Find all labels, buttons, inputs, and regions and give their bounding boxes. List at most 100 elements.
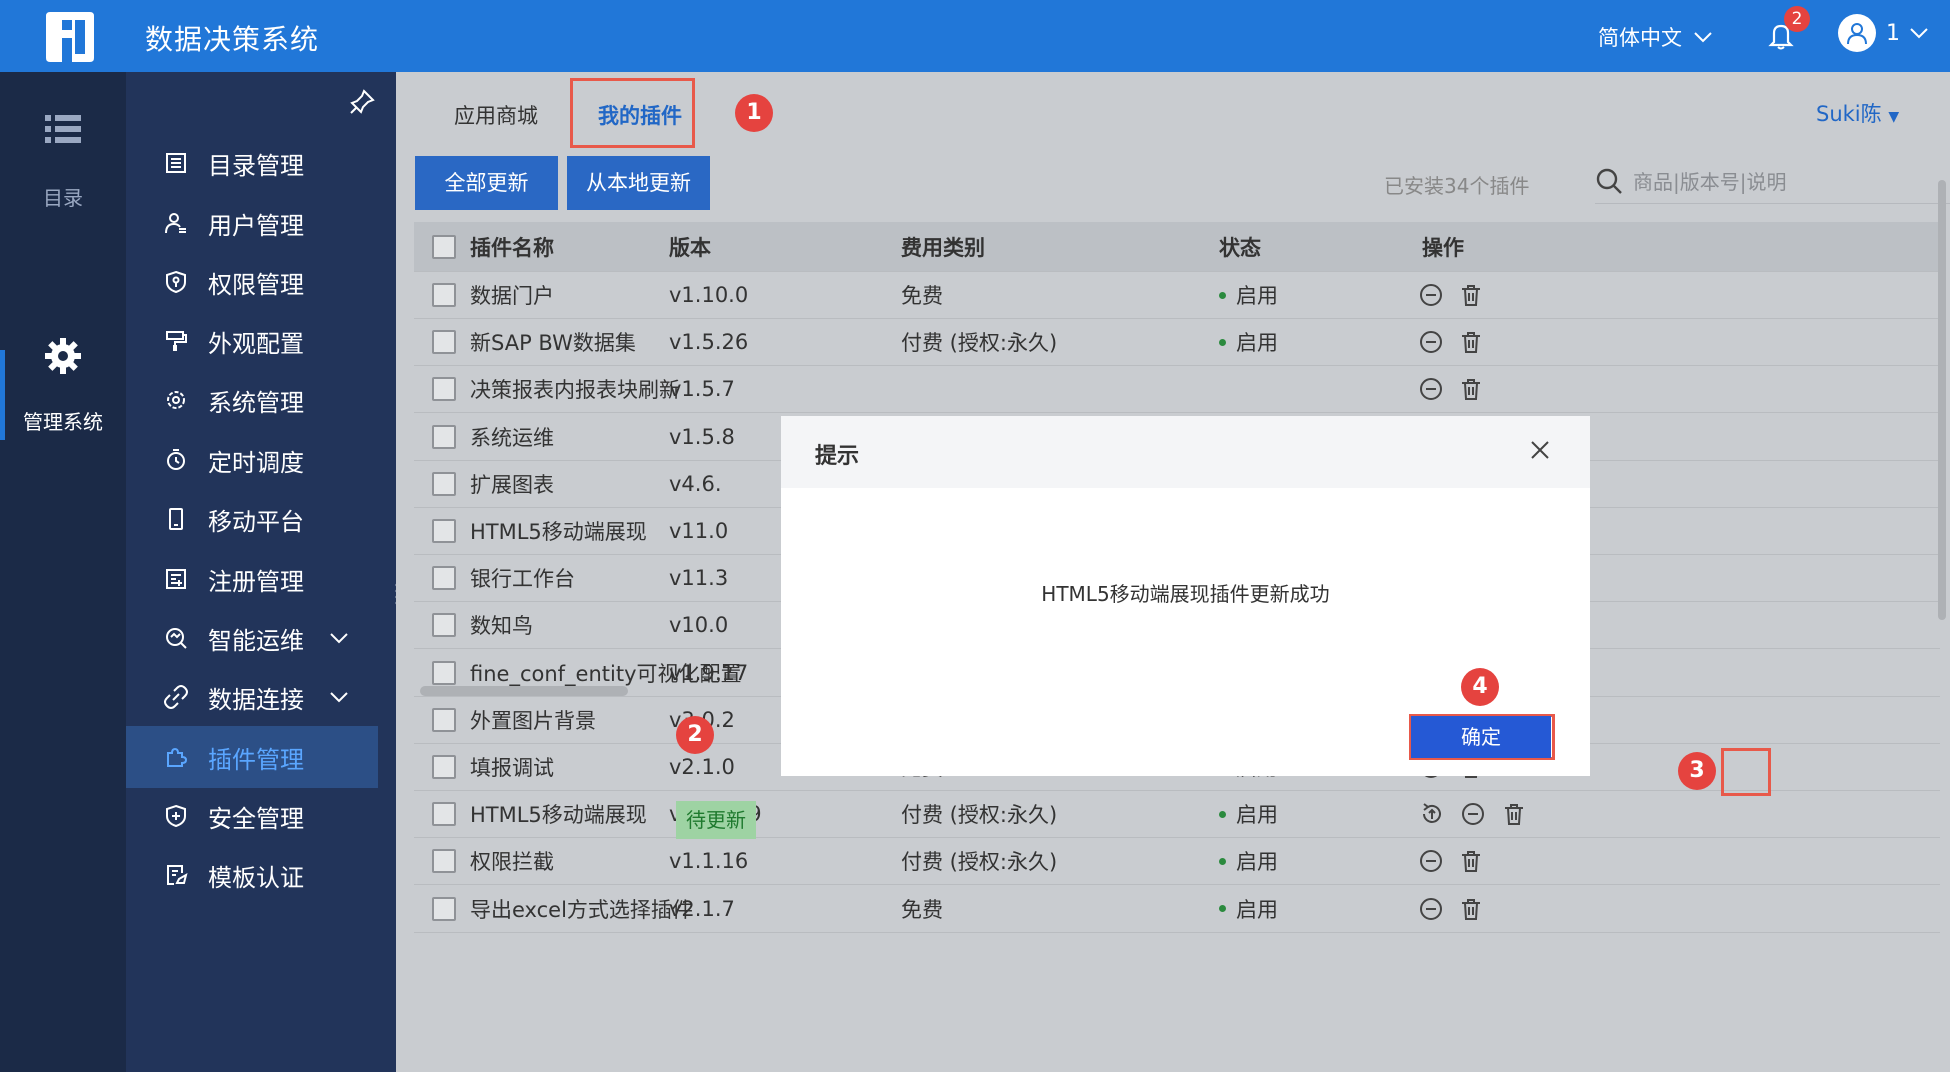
trash-icon[interactable]: [1458, 329, 1484, 355]
upgrade-highlight-box: [1721, 748, 1771, 796]
installed-count: 已安装34个插件: [1384, 174, 1530, 198]
confirm-button[interactable]: 确定: [1411, 716, 1551, 758]
close-icon[interactable]: [1528, 438, 1552, 462]
disable-icon[interactable]: [1418, 376, 1444, 402]
row-checkbox[interactable]: [432, 660, 456, 685]
disable-icon[interactable]: [1418, 329, 1444, 355]
gear-icon: [45, 338, 81, 374]
row-checkbox[interactable]: [432, 424, 456, 449]
trash-icon[interactable]: [1458, 896, 1484, 922]
sidebar-item-label: 智能运维: [208, 626, 304, 655]
sidebar-item-label: 外观配置: [208, 329, 304, 358]
row-checkbox[interactable]: [432, 707, 456, 732]
sidebar-item-register[interactable]: 注册管理: [126, 548, 396, 610]
sidebar-item-label: 权限管理: [208, 270, 304, 299]
language-selector[interactable]: 简体中文: [1598, 22, 1712, 52]
disable-icon[interactable]: [1418, 896, 1444, 922]
trash-icon[interactable]: [1458, 282, 1484, 308]
row-checkbox[interactable]: [432, 613, 456, 638]
row-checkbox[interactable]: [432, 802, 456, 827]
sidebar-item-appearance[interactable]: 外观配置: [126, 310, 396, 372]
sidebar-item-label: 目录管理: [208, 151, 304, 180]
horizontal-scrollbar[interactable]: [420, 686, 628, 696]
vertical-scrollbar[interactable]: [1938, 180, 1946, 620]
user-dropdown[interactable]: Suki陈 ▼: [1816, 98, 1899, 128]
plugin-name: 外置图片背景: [470, 708, 596, 733]
sidebar-item-label: 插件管理: [208, 745, 304, 774]
sidebar-item-security[interactable]: 安全管理: [126, 785, 396, 847]
tab-app-store[interactable]: 应用商城: [454, 100, 538, 130]
sidebar-item-data-connection[interactable]: 数据连接: [126, 666, 396, 728]
search-input[interactable]: 商品|版本号|说明: [1633, 166, 1786, 195]
sidebar-item-schedule[interactable]: 定时调度: [126, 429, 396, 491]
status-label: 启用: [1236, 331, 1278, 356]
trash-icon[interactable]: [1458, 848, 1484, 874]
rail-item-admin[interactable]: 管理系统: [0, 336, 126, 435]
plugin-name: 数知鸟: [470, 614, 533, 639]
sidebar-item-template-auth[interactable]: 模板认证: [126, 844, 396, 906]
plugin-name: 新SAP BW数据集: [470, 331, 636, 356]
language-label: 简体中文: [1598, 26, 1682, 50]
plugin-fee: 付费 (授权:永久): [901, 803, 1058, 828]
status-label: 启用: [1236, 803, 1278, 828]
chevron-down-icon: [1910, 28, 1928, 39]
disable-icon[interactable]: [1418, 282, 1444, 308]
sidebar-item-permissions[interactable]: 权限管理: [126, 251, 396, 313]
sidebar-item-smart-ops[interactable]: 智能运维: [126, 607, 396, 669]
tab-highlight-box: [570, 78, 695, 148]
header-ops: 操作: [1422, 235, 1464, 260]
dialog-header: 提示: [781, 416, 1590, 488]
user-menu[interactable]: 1: [1838, 14, 1928, 52]
user-dropdown-label: Suki陈: [1816, 102, 1882, 126]
sidebar-item-label: 注册管理: [208, 567, 304, 596]
status-dot-icon: [1219, 905, 1226, 913]
row-checkbox[interactable]: [432, 519, 456, 543]
rail-item-catalog[interactable]: 目录: [0, 112, 126, 211]
register-icon: [162, 565, 190, 593]
chevron-down-icon: [1694, 32, 1712, 43]
plugin-status: 启用: [1219, 327, 1278, 357]
caret-down-icon: ▼: [1888, 109, 1900, 125]
sidebar-item-label: 定时调度: [208, 448, 304, 477]
select-all-checkbox[interactable]: [432, 234, 456, 259]
sidebar-item-users[interactable]: 用户管理: [126, 192, 396, 254]
ops-icon: [162, 624, 190, 652]
plugin-name: 权限拦截: [470, 850, 554, 875]
upgrade-icon[interactable]: [1419, 801, 1445, 827]
trash-icon[interactable]: [1501, 801, 1527, 827]
plugin-version: v2.1.0: [669, 755, 735, 779]
pending-update-badge: 待更新: [676, 801, 756, 840]
row-checkbox[interactable]: [432, 849, 456, 874]
plugin-name: 填报调试: [470, 756, 554, 780]
plugin-version: v1.1.16: [669, 849, 749, 874]
table-row: 决策报表内报表块刷新 v1.5.7: [414, 366, 1940, 414]
list-icon: [45, 115, 81, 143]
row-checkbox[interactable]: [432, 896, 456, 921]
user-name: 1: [1886, 20, 1900, 46]
row-checkbox[interactable]: [432, 755, 456, 779]
sidebar-item-catalog[interactable]: 目录管理: [126, 132, 396, 194]
plugin-version: v1.5.8: [669, 424, 735, 449]
update-local-button[interactable]: 从本地更新: [567, 156, 710, 210]
update-all-button[interactable]: 全部更新: [415, 156, 558, 210]
pin-icon[interactable]: [348, 88, 376, 116]
row-checkbox[interactable]: [432, 377, 456, 402]
row-checkbox[interactable]: [432, 566, 456, 591]
row-checkbox[interactable]: [432, 330, 456, 355]
plugin-version: v11.0: [669, 519, 729, 543]
sidebar-item-mobile[interactable]: 移动平台: [126, 488, 396, 550]
chevron-down-icon: [330, 633, 348, 644]
sidebar-item-plugins[interactable]: 插件管理: [126, 726, 378, 788]
left-rail: 目录 管理系统: [0, 72, 126, 1072]
search-box[interactable]: 商品|版本号|说明: [1595, 158, 1950, 204]
row-checkbox[interactable]: [432, 283, 456, 307]
sidebar-item-system[interactable]: 系统管理: [126, 369, 396, 431]
status-dot-icon: [1219, 857, 1226, 865]
row-checkbox[interactable]: [432, 471, 456, 496]
rail-item-label: 目录: [43, 186, 83, 210]
sidebar-item-label: 移动平台: [208, 507, 304, 536]
disable-icon[interactable]: [1460, 801, 1486, 827]
disable-icon[interactable]: [1418, 848, 1444, 874]
trash-icon[interactable]: [1458, 376, 1484, 402]
timer-icon: [162, 446, 190, 474]
